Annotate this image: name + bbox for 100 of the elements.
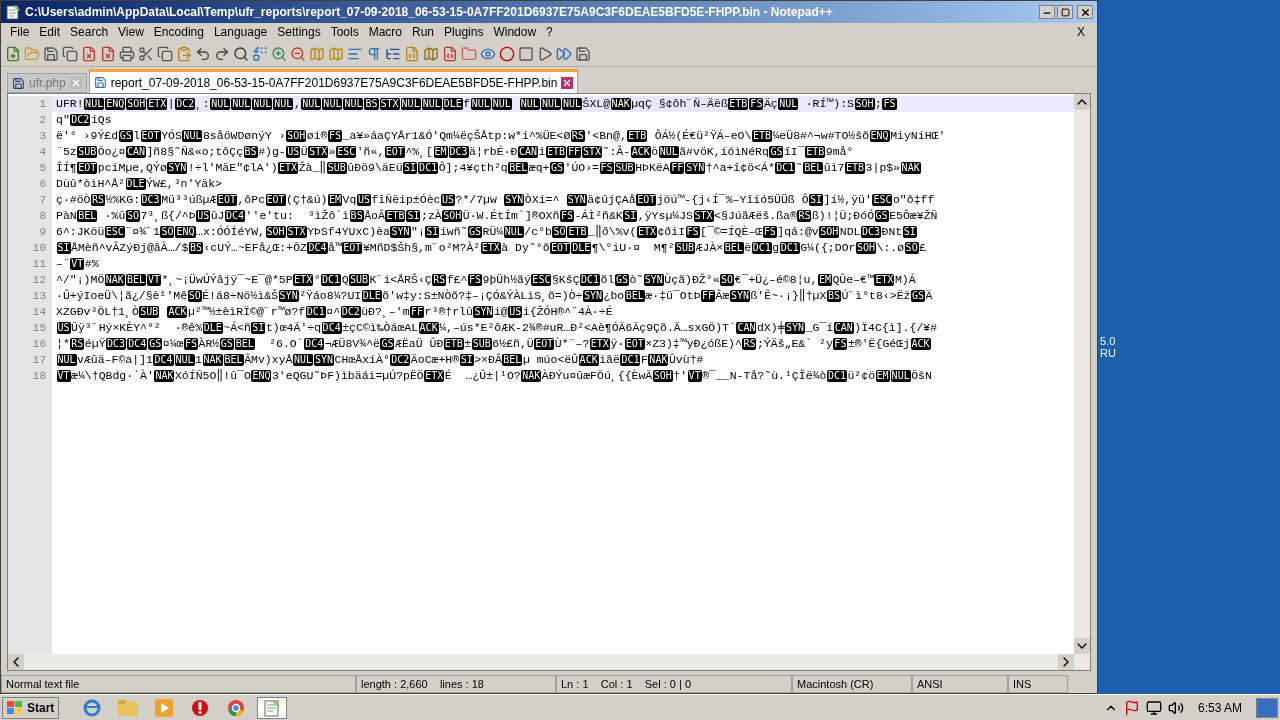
text-run: ÔÁ½(É€ü²ŸÁ–eO\ [653,129,752,142]
taskbar-app[interactable] [257,696,288,719]
redo-icon[interactable] [214,45,230,62]
function-list-icon[interactable] [442,45,458,62]
control-char-badge: SOH [819,225,840,238]
save-macro-icon[interactable] [575,45,591,62]
control-char-badge: SI [425,225,440,238]
close-tab-icon[interactable] [561,76,574,89]
scroll-up-icon[interactable] [1074,94,1090,110]
text-run: -ÁÌ²ñ&K [574,209,623,222]
menu-item[interactable]: Window [488,23,542,41]
text-run: #)g- [258,145,286,158]
close-document-button[interactable]: X [1069,23,1093,41]
record-icon[interactable] [499,45,515,62]
menu-item[interactable]: Edit [34,23,66,41]
text-run: E5Ôæ¥ŽÑ [889,209,938,222]
menu-item[interactable]: Encoding [148,23,209,41]
menu-item[interactable]: Settings [272,23,326,41]
play-icon[interactable] [537,45,553,62]
menu-item[interactable]: Run [407,23,440,41]
text-run: 6^:JKöü [56,225,105,238]
minimize-button[interactable] [1039,5,1055,19]
menu-item[interactable]: ? [541,23,558,41]
text-run: ÀR½ [198,337,220,350]
control-char-badge: DC3 [448,145,469,158]
cut-icon[interactable] [138,45,154,62]
pilcrow-icon[interactable] [366,45,382,62]
text-run: XóÍÑ5O‖!û¯O [174,369,251,382]
control-char-badge: US [508,305,523,318]
text-run: ·%û [103,209,126,222]
show-desktop-button[interactable] [1256,697,1278,718]
control-char-badge: US [56,321,71,334]
menu-item[interactable]: Tools [325,23,364,41]
line-number: 3 [8,128,52,144]
text-run: YÞSf4YUxC)èa [307,225,390,238]
text-run: ;ÝÄš„E&` ²y [756,337,833,350]
save-all-icon[interactable] [62,45,78,62]
text-run: )Ï4C{ì].{/¥# [854,321,938,334]
menu-item[interactable]: Language [208,23,273,41]
folder-workspace-icon[interactable] [461,45,477,62]
control-char-badge: RS [570,129,585,142]
menu-item[interactable]: Search [65,23,114,41]
clock[interactable]: 6:53 AM [1189,698,1250,717]
scroll-left-icon[interactable] [8,654,24,670]
play-multiple-icon[interactable] [556,45,572,62]
stop-icon[interactable] [518,45,534,62]
text-run: å™ [328,241,342,254]
scroll-down-icon[interactable] [1074,638,1090,654]
menu-item[interactable]: Macro [363,23,407,41]
menu-item[interactable]: Plugins [439,23,489,41]
text-run: pciMµe,QÝø [97,161,167,174]
document-map-icon[interactable] [423,45,439,62]
save-icon[interactable] [43,45,59,62]
language-icon[interactable] [404,45,420,62]
undo-icon[interactable] [195,45,211,62]
control-char-badge: SO [552,225,567,238]
horizontal-scrollbar[interactable] [8,654,1090,670]
control-char-badge: BS [188,241,203,254]
speaker-icon[interactable] [1167,699,1184,716]
close-all-icon[interactable] [100,45,116,62]
text-run: UFR! [56,97,84,110]
control-char-badge: VT [687,369,702,382]
network-icon[interactable] [1145,699,1162,716]
zoom-out-icon[interactable] [290,45,306,62]
control-char-badge: SO [720,273,735,286]
text-run: ·Û+ýIoeÜ\¦ã¿/§è¹'Mê [56,289,188,302]
control-char-badge: BEL [508,161,529,174]
new-file-icon[interactable] [5,45,21,62]
printer-icon[interactable] [119,45,135,62]
control-char-badge: NAK [900,161,921,174]
menu-item[interactable]: View [113,23,149,41]
text-editor[interactable] [8,94,1074,654]
file-tab[interactable]: report_07-09-2018_06-53-15-0A7FF201D6937E75A9C3F6DEAE5BFD5E-FHPP.bin [88,69,579,93]
text-run: ¤¼œ [162,337,184,350]
close-button[interactable] [1077,5,1093,19]
control-char-badge: RS [742,337,757,350]
action-center-icon[interactable] [1123,699,1140,716]
control-char-badge: DC1 [321,273,342,286]
control-char-badge: ACK [630,145,651,158]
control-char-badge: FS [833,337,848,350]
start-button[interactable]: Start [2,696,60,719]
control-char-badge: SYN [643,273,664,286]
menu-item[interactable]: File [5,23,35,41]
zoom-in-icon[interactable] [271,45,287,62]
close-file-icon[interactable] [81,45,97,62]
control-char-badge: US [196,209,211,222]
copy-icon[interactable] [157,45,173,62]
vertical-scrollbar[interactable] [1074,94,1090,654]
search-icon[interactable] [233,45,249,62]
text-run: f£^ [446,273,468,286]
maximize-button[interactable] [1057,5,1073,19]
windows-logo-icon [7,700,23,715]
line-number: 8 [8,208,52,224]
text-run: ~Á<ñ [223,321,251,334]
text-run: 3'eQGU˜ÞF)ìbäái=µÚ?pËÖ [271,369,424,382]
text-run: ,ôPc [237,193,266,206]
control-char-badge: ESC [336,145,357,158]
text-run: ¥MñD$Šh§,m˝o²M?À² [362,241,481,254]
text-run: µqÇ §¢ôh˝Ñ–Äëß [631,97,728,110]
scroll-right-icon[interactable] [1058,654,1074,670]
